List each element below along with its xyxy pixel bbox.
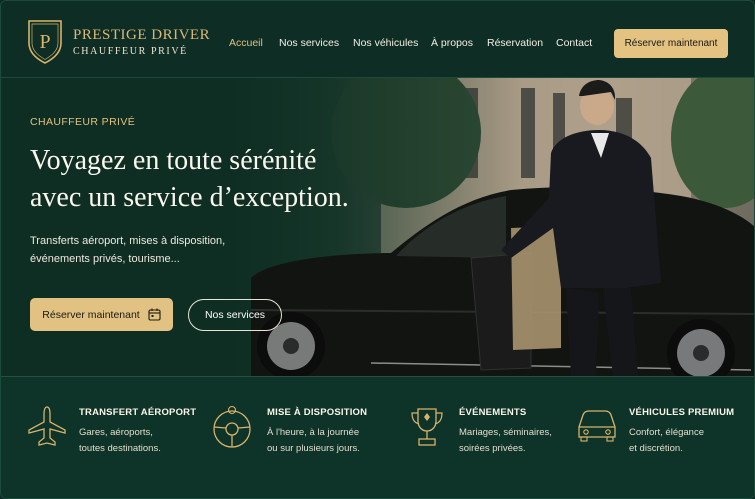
feature-desc-line: À l'heure, à la journée (267, 427, 360, 438)
features-bar: TRANSFERT AÉROPORT Gares, aéroports, tou… (1, 376, 754, 498)
trophy-icon (411, 408, 443, 446)
feature-desc-line: Mariages, séminaires, (459, 427, 552, 438)
hero-services-button[interactable]: Nos services (188, 299, 282, 331)
calendar-icon (148, 308, 161, 321)
feature-title: MISE À DISPOSITION (267, 407, 368, 418)
hero-lead-line: Transferts aéroport, mises à disposition… (30, 235, 226, 247)
feature-desc-line: toutes destinations. (79, 443, 161, 454)
car-chauffeur-illustration (250, 80, 754, 376)
feature-desc-line: ou sur plusieurs jours. (267, 443, 360, 454)
nav-item-contact[interactable]: Contact (556, 37, 592, 49)
hero-title: Voyagez en toute sérénité avec un servic… (30, 142, 349, 216)
brand-name: PRESTIGE DRIVER (73, 27, 211, 43)
nav-item-accueil[interactable]: Accueil (229, 37, 263, 49)
shield-logo-icon[interactable]: P (25, 17, 65, 65)
feature-desc-line: Gares, aéroports, (79, 427, 153, 438)
feature-desc: À l'heure, à la journée ou sur plusieurs… (267, 425, 360, 457)
feature-desc-line: et discrétion. (629, 443, 683, 454)
hero: CHAUFFEUR PRIVÉ Voyagez en toute sérénit… (1, 78, 754, 376)
logo-letter: P (39, 31, 50, 53)
feature-desc-line: soirées privées. (459, 443, 526, 454)
hero-book-button-label: Réserver maintenant (42, 308, 140, 321)
header-book-button[interactable]: Réserver maintenant (614, 29, 728, 58)
feature-desc: Confort, élégance et discrétion. (629, 425, 704, 457)
hero-lead: Transferts aéroport, mises à disposition… (30, 232, 260, 268)
brand-subtitle: CHAUFFEUR PRIVÉ (73, 46, 188, 57)
hero-title-line: avec un service d’exception. (30, 182, 349, 213)
hero-book-button[interactable]: Réserver maintenant (30, 298, 173, 331)
steering-wheel-icon (213, 405, 251, 448)
nav-item-reservation[interactable]: Réservation (487, 37, 543, 49)
feature-desc: Gares, aéroports, toutes destinations. (79, 425, 161, 457)
page: P PRESTIGE DRIVER CHAUFFEUR PRIVÉ Accuei… (0, 0, 755, 499)
site-header: P PRESTIGE DRIVER CHAUFFEUR PRIVÉ Accuei… (1, 1, 754, 78)
feature-title: ÉVÉNEMENTS (459, 407, 527, 418)
nav-item-vehicules[interactable]: Nos véhicules (353, 37, 418, 49)
hero-lead-line: événements privés, tourisme... (30, 253, 180, 265)
feature-title: VÉHICULES PREMIUM (629, 407, 735, 418)
feature-title: TRANSFERT AÉROPORT (79, 407, 197, 418)
feature-desc: Mariages, séminaires, soirées privées. (459, 425, 552, 457)
hero-title-line: Voyagez en toute sérénité (30, 145, 317, 176)
nav-item-services[interactable]: Nos services (279, 37, 339, 49)
car-icon (578, 410, 616, 442)
feature-desc-line: Confort, élégance (629, 427, 704, 438)
nav-item-a-propos[interactable]: À propos (431, 37, 473, 49)
hero-eyebrow: CHAUFFEUR PRIVÉ (30, 116, 136, 128)
brand[interactable]: PRESTIGE DRIVER CHAUFFEUR PRIVÉ (73, 27, 210, 57)
airplane-icon (28, 406, 66, 446)
